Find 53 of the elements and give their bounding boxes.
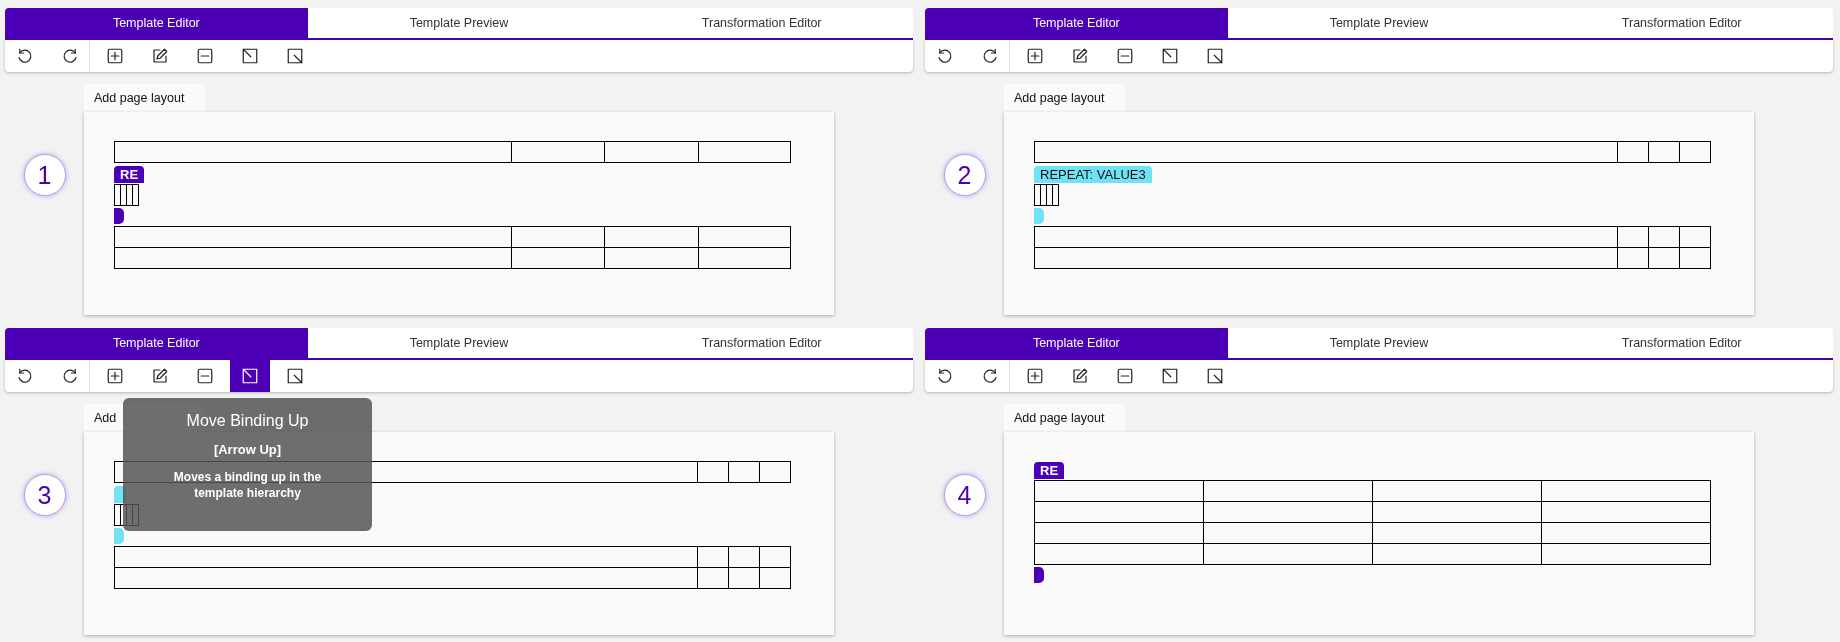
tooltip-description: Moves a binding up in the template hierarchy: [172, 469, 323, 502]
table-cell: [759, 568, 791, 589]
step-number: 2: [943, 154, 986, 196]
plus-square-icon: [106, 367, 124, 385]
tab[interactable]: Template Editor: [5, 8, 308, 38]
undo-icon: [936, 47, 954, 65]
arrow-up-left-icon: [1161, 47, 1179, 65]
plus-square-icon: [1026, 367, 1044, 385]
repeat-end-marker[interactable]: [1034, 208, 1044, 224]
undo-icon: [936, 367, 954, 385]
repeat-end-marker[interactable]: [1034, 567, 1044, 583]
minus-square-icon: [196, 47, 214, 65]
tooltip-shortcut: [Arrow Up]: [213, 442, 282, 457]
undo-icon: [16, 47, 34, 65]
arrow-down-right-icon: [1206, 47, 1224, 65]
table-cell: [1648, 248, 1680, 269]
arrow-down-right-icon: [286, 367, 304, 385]
table-cell: [728, 568, 760, 589]
undo-icon: [16, 367, 34, 385]
add-page-layout-tab[interactable]: Add page layout: [1004, 404, 1125, 432]
repeat-end-marker[interactable]: [114, 208, 124, 224]
plus-square-icon: [1026, 47, 1044, 65]
move-up-button[interactable]: [230, 360, 270, 392]
table-cell: [697, 568, 729, 589]
tab[interactable]: Template Editor: [925, 328, 1228, 358]
tab[interactable]: Template Editor: [5, 328, 308, 358]
table-cell: [1679, 248, 1711, 269]
step-number: 4: [943, 474, 986, 516]
tab[interactable]: Template Editor: [925, 8, 1228, 38]
repeat-tag[interactable]: RE: [114, 166, 145, 183]
step-number: 3: [23, 474, 66, 516]
tooltip-title: Move Binding Up: [186, 412, 309, 430]
edit-icon: [1071, 47, 1089, 65]
arrow-up-left-icon: [1161, 367, 1179, 385]
plus-square-icon: [106, 47, 124, 65]
arrow-up-left-icon: [241, 367, 259, 385]
arrow-up-left-icon: [241, 47, 259, 65]
repeat-end-marker[interactable]: [114, 528, 124, 544]
minus-square-icon: [1116, 47, 1134, 65]
step-number: 1: [23, 154, 66, 196]
add-page-layout-tab[interactable]: Add page layout: [1004, 84, 1125, 112]
minus-square-icon: [196, 367, 214, 385]
repeat-tag[interactable]: REPEAT: VALUE3: [1034, 166, 1152, 183]
edit-icon: [1071, 367, 1089, 385]
add-page-layout-tab[interactable]: Add page layout: [84, 84, 205, 112]
repeat-tag[interactable]: RE: [1034, 462, 1065, 479]
edit-icon: [151, 47, 169, 65]
table-cell: [115, 505, 121, 526]
table-cell: [1617, 248, 1649, 269]
arrow-down-right-icon: [1206, 367, 1224, 385]
minus-square-icon: [1116, 367, 1134, 385]
edit-icon: [151, 367, 169, 385]
arrow-down-right-icon: [286, 47, 304, 65]
